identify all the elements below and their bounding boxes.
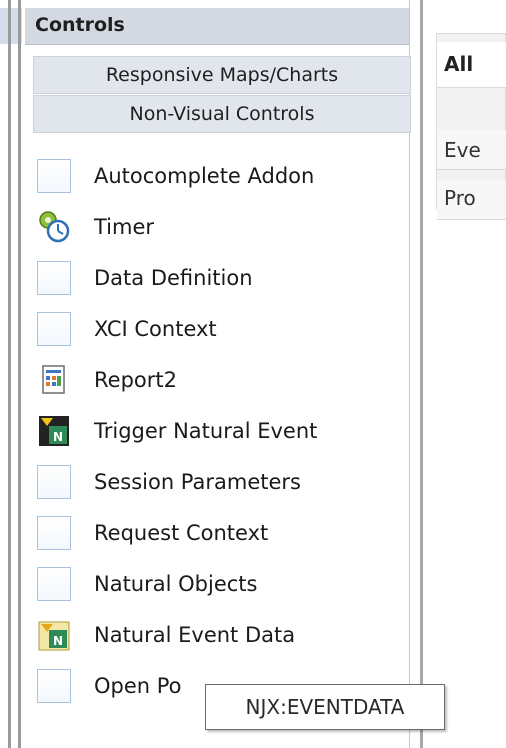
tab-all[interactable]: All bbox=[437, 42, 506, 88]
control-item-label: Open Po bbox=[94, 673, 182, 698]
control-item-natural-event-data[interactable]: N Natural Event Data bbox=[37, 609, 409, 660]
control-item-request-context[interactable]: Request Context bbox=[37, 507, 409, 558]
control-item-label: XCI Context bbox=[94, 316, 217, 341]
control-item-timer[interactable]: Timer bbox=[37, 201, 409, 252]
control-item-session-parameters[interactable]: Session Parameters bbox=[37, 456, 409, 507]
control-item-label: Natural Event Data bbox=[94, 622, 296, 647]
category-label: Responsive Maps/Charts bbox=[105, 64, 339, 86]
blank-control-icon bbox=[37, 260, 71, 295]
category-non-visual-controls[interactable]: Non-Visual Controls bbox=[33, 95, 411, 133]
controls-panel: Controls Responsive Maps/Charts Non-Visu… bbox=[25, 0, 411, 748]
tab-label: Pro bbox=[444, 186, 476, 210]
control-item-autocomplete-addon[interactable]: Autocomplete Addon bbox=[37, 150, 409, 201]
blank-control-icon bbox=[37, 311, 71, 346]
control-item-label: Trigger Natural Event bbox=[94, 418, 318, 443]
control-item-label: Report2 bbox=[94, 367, 177, 392]
blank-control-icon bbox=[37, 464, 71, 499]
properties-pane: All Eve Pro bbox=[420, 0, 506, 748]
controls-panel-header: Controls bbox=[25, 8, 409, 45]
left-gutter bbox=[0, 0, 22, 748]
blank-control-icon bbox=[37, 566, 71, 601]
category-label: Non-Visual Controls bbox=[129, 103, 315, 125]
tooltip-text: NJX:EVENTDATA bbox=[245, 695, 405, 719]
category-responsive-maps-charts[interactable]: Responsive Maps/Charts bbox=[33, 56, 411, 94]
control-item-trigger-natural-event[interactable]: N Trigger Natural Event bbox=[37, 405, 409, 456]
control-item-label: Natural Objects bbox=[94, 571, 258, 596]
timer-icon bbox=[37, 210, 71, 244]
tab-properties[interactable]: Pro bbox=[437, 180, 506, 220]
blank-control-icon bbox=[37, 515, 71, 550]
pane-divider[interactable] bbox=[420, 0, 423, 748]
blank-control-icon bbox=[37, 158, 71, 193]
tab-label: Eve bbox=[444, 138, 481, 162]
svg-text:N: N bbox=[53, 430, 63, 444]
blank-control-icon bbox=[37, 668, 71, 703]
control-item-report2[interactable]: Report2 bbox=[37, 354, 409, 405]
control-item-label: Session Parameters bbox=[94, 469, 301, 494]
natural-event-data-icon: N bbox=[37, 618, 71, 652]
control-item-data-definition[interactable]: Data Definition bbox=[37, 252, 409, 303]
control-item-natural-objects[interactable]: Natural Objects bbox=[37, 558, 409, 609]
control-item-xci-context[interactable]: XCI Context bbox=[37, 303, 409, 354]
control-item-label: Request Context bbox=[94, 520, 269, 545]
tab-label: All bbox=[444, 52, 474, 76]
panel-title: Controls bbox=[35, 14, 125, 36]
property-tabs: All Eve Pro bbox=[436, 33, 506, 220]
splitter-line[interactable] bbox=[18, 0, 21, 748]
control-item-label: Timer bbox=[94, 214, 155, 239]
control-list: Autocomplete Addon Timer Data Definition… bbox=[37, 150, 409, 711]
tab-events[interactable]: Eve bbox=[437, 130, 506, 170]
control-item-label: Autocomplete Addon bbox=[94, 163, 315, 188]
report-icon bbox=[37, 363, 71, 397]
svg-text:N: N bbox=[53, 634, 63, 648]
tooltip: NJX:EVENTDATA bbox=[205, 684, 445, 730]
pane-top-strip bbox=[423, 0, 506, 33]
splitter-line[interactable] bbox=[8, 0, 11, 748]
natural-event-icon: N bbox=[37, 414, 71, 448]
control-item-label: Data Definition bbox=[94, 265, 253, 290]
